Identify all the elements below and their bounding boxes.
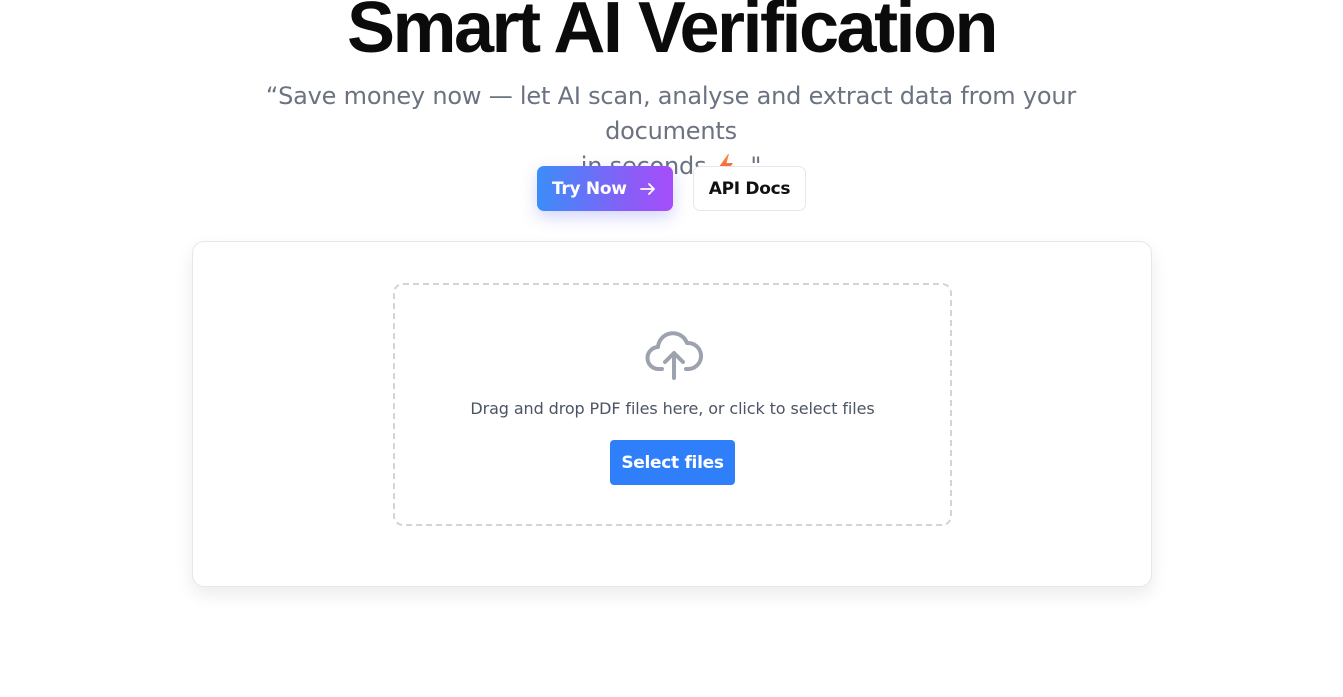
- hero-title: Smart AI Verification: [346, 0, 999, 68]
- dropzone-instruction: Drag and drop PDF files here, or click t…: [470, 399, 875, 418]
- hero-actions: Try Now API Docs: [0, 166, 1343, 212]
- page: Smart AI Verification “Save money now — …: [0, 0, 1343, 697]
- cloud-upload-icon: [645, 331, 703, 380]
- subtitle-line-1: “Save money now — let AI scan, analyse a…: [265, 82, 1077, 145]
- api-docs-button[interactable]: API Docs: [693, 166, 806, 211]
- try-now-label: Try Now: [552, 178, 627, 199]
- pdf-dropzone[interactable]: Drag and drop PDF files here, or click t…: [393, 283, 952, 526]
- upload-card: Drag and drop PDF files here, or click t…: [192, 241, 1152, 587]
- try-now-button[interactable]: Try Now: [537, 166, 673, 211]
- select-files-button[interactable]: Select files: [610, 440, 735, 485]
- arrow-right-icon: [640, 183, 655, 195]
